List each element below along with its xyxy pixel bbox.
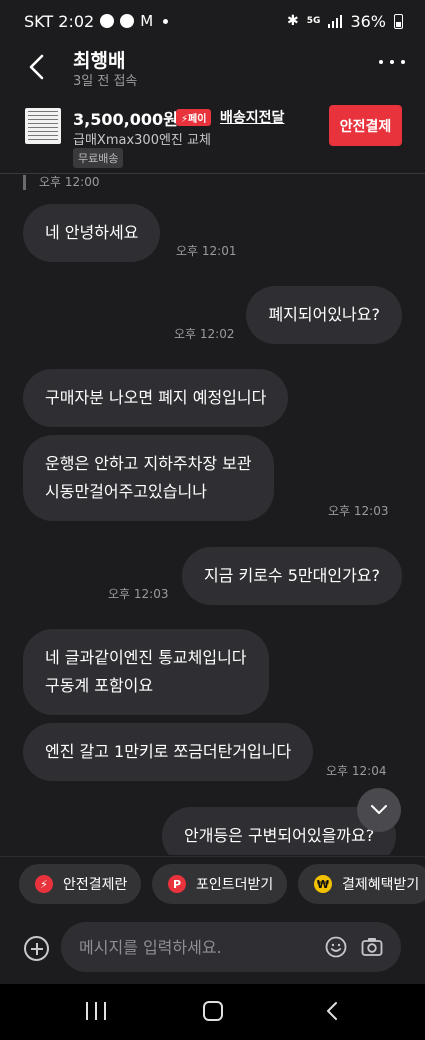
pay-badge-label: 페이 [188,114,207,125]
message-text: 폐지되어있나요? [268,305,380,324]
message-text: 네 안녕하세요 [45,223,139,242]
message-bubble-received[interactable]: 네 안녕하세요 [23,204,161,262]
scroll-to-bottom-button[interactable] [357,788,401,832]
battery-icon [394,13,403,29]
mail-icon: M [140,12,154,30]
won-icon: ₩ [314,875,332,893]
message-text: 안개등은 구변되어있을까요? [184,826,375,845]
pay-badge: ⚡페이 [176,109,212,126]
message-time: 오후 12:03 [108,587,169,601]
message-text: 네 글과같이엔진 통교체입니다 [45,648,247,667]
product-price: 3,500,000원 [73,110,178,129]
chevron-down-icon [371,805,387,814]
status-time: SKT 2:02 [24,11,95,31]
signal-icon [328,14,343,28]
recent-apps-icon[interactable] [86,1002,106,1020]
delivery-address-link[interactable]: 배송지전달 [220,107,284,127]
quick-action-label: 포인트더받기 [196,877,274,893]
message-text: 엔진 갈고 1만키로 쪼금더탄거입니다 [45,742,292,761]
message-bubble-received[interactable]: 엔진 갈고 1만키로 쪼금더탄거입니다 [23,723,314,781]
system-navigation-bar [0,984,425,1040]
notification-dot-icon [163,18,169,24]
read-indicator [23,175,26,190]
emoji-icon[interactable] [325,936,347,958]
message-text: 운행은 안하고 지하주차장 보관 [45,454,252,473]
message-input[interactable] [79,922,309,972]
back-nav-icon[interactable] [324,1001,340,1021]
message-input-container[interactable] [61,922,401,972]
product-thumbnail[interactable] [25,108,61,144]
message-text: 구매자분 나오면 폐지 예정입니다 [45,388,267,407]
talk-icon [100,14,115,28]
message-time: 오후 12:00 [39,175,100,189]
message-text: 시동만걸어주고있습니나 [45,482,207,501]
p-point-icon: P [168,875,186,893]
chat-header: 최행배 3일 전 접속 [0,42,425,94]
network-type: 5G [306,16,321,26]
message-time: 오후 12:02 [174,327,235,341]
message-bubble-received[interactable]: 네 글과같이엔진 통교체입니다 구동계 포함이요 [23,629,269,715]
status-bar: SKT 2:02 M ✱ 5G 36% [0,0,425,42]
chat-messages[interactable]: 오후 12:00 네 안녕하세요 오후 12:01 폐지되어있나요? 오후 12… [0,175,425,855]
message-time: 오후 12:01 [176,244,237,258]
message-text: 지금 키로수 5만대인가요? [203,566,380,585]
message-bubble-sent[interactable]: 폐지되어있나요? [246,286,402,344]
message-bubble-received[interactable]: 운행은 안하고 지하주차장 보관 시동만걸어주고있습니나 [23,435,274,521]
quick-action-points[interactable]: P 포인트더받기 [152,864,288,904]
message-bubble-sent[interactable]: 지금 키로수 5만대인가요? [181,547,402,605]
quick-action-benefits[interactable]: ₩ 결제혜택받기 [298,864,425,904]
last-seen: 3일 전 접속 [73,74,138,89]
message-time: 오후 12:03 [328,504,389,518]
bluetooth-icon: ✱ [287,13,299,29]
product-bar[interactable]: 3,500,000원 ⚡페이 배송지전달 급매Xmax300엔진 교체 무료배송… [0,100,425,174]
message-icon [120,14,135,28]
message-bubble-received[interactable]: 구매자분 나오면 폐지 예정입니다 [23,369,289,427]
more-options-icon[interactable] [379,60,405,68]
safe-pay-button[interactable]: 안전결제 [329,105,402,146]
camera-icon[interactable] [361,936,383,958]
message-text: 구동계 포함이요 [45,676,154,695]
home-icon[interactable] [203,1001,223,1021]
bolt-icon: ⚡ [35,875,53,893]
chat-partner-name: 최행배 [73,50,126,72]
product-title: 급매Xmax300엔진 교체 [73,133,211,148]
back-arrow-icon[interactable] [26,54,48,80]
quick-action-label: 결제혜택받기 [342,877,420,893]
bolt-icon: ⚡ [181,114,189,125]
quick-action-label: 안전결제란 [63,877,128,893]
message-input-bar [0,912,425,984]
free-shipping-tag: 무료배송 [73,148,124,168]
plus-icon[interactable] [24,936,49,961]
battery-percent: 36% [350,11,386,31]
quick-actions-bar[interactable]: ⚡ 안전결제란 P 포인트더받기 ₩ 결제혜택받기 [0,856,425,912]
quick-action-safe-pay[interactable]: ⚡ 안전결제란 [19,864,142,904]
message-time: 오후 12:04 [326,764,387,778]
